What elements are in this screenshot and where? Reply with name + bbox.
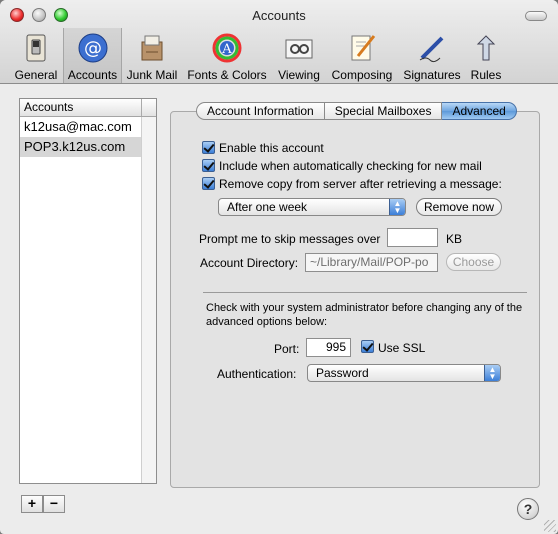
account-item-pop3[interactable]: POP3.k12us.com (20, 137, 141, 157)
toolbar-accounts[interactable]: @ Accounts (63, 28, 122, 83)
accounts-list-header[interactable]: Accounts (20, 99, 156, 117)
tab-advanced[interactable]: Advanced (442, 102, 517, 120)
tab-account-information[interactable]: Account Information (196, 102, 325, 120)
account-directory-field: ~/Library/Mail/POP-po (305, 253, 438, 272)
include-auto-check-label: Include when automatically checking for … (219, 159, 482, 173)
toolbar-general[interactable]: General (10, 28, 62, 83)
svg-text:A: A (221, 42, 232, 57)
prompt-skip-size-field[interactable] (387, 228, 438, 247)
composing-icon (351, 35, 376, 61)
popup-arrows-icon: ▲ ▼ (389, 199, 405, 215)
help-button[interactable]: ? (517, 498, 539, 520)
rules-icon (476, 35, 496, 61)
remove-copy-checkbox[interactable] (202, 177, 215, 190)
accounts-list[interactable]: Accounts k12usa@mac.com POP3.k12us.com (19, 98, 157, 484)
svg-text:@: @ (84, 38, 102, 59)
junk-mail-icon (141, 35, 163, 61)
toolbar-label: Fonts & Colors (187, 68, 267, 82)
remove-account-button[interactable]: − (43, 495, 65, 513)
add-account-button[interactable]: + (21, 495, 43, 513)
use-ssl-checkbox[interactable] (361, 340, 374, 353)
popup-arrows-icon: ▲ ▼ (484, 365, 500, 381)
enable-account-label: Enable this account (219, 141, 324, 155)
port-field[interactable]: 995 (306, 338, 351, 357)
accounts-header-label: Accounts (24, 100, 74, 114)
toolbar-label: Accounts (67, 68, 118, 82)
remove-copy-label: Remove copy from server after retrieving… (219, 177, 502, 191)
title-toolbar-area: Accounts General @ Accounts Junk Mail A … (0, 0, 558, 84)
accounts-scrollbar[interactable] (141, 117, 156, 483)
window-title: Accounts (252, 8, 306, 23)
tab-bar: Account Information Special Mailboxes Ad… (196, 102, 517, 120)
toolbar-label: Rules (470, 68, 502, 82)
account-item-k12usa[interactable]: k12usa@mac.com (20, 117, 141, 137)
use-ssl-label: Use SSL (378, 341, 426, 355)
toolbar-label: Signatures (403, 68, 461, 82)
switch-icon (26, 34, 46, 62)
kb-unit-label: KB (446, 232, 463, 246)
toolbar-viewing[interactable]: Viewing (273, 28, 325, 83)
toolbar-label: General (14, 68, 58, 82)
toolbar-composing[interactable]: Composing (328, 28, 396, 83)
toolbar-label: Junk Mail (126, 68, 178, 82)
toolbar-signatures[interactable]: Signatures (400, 28, 464, 83)
account-directory-label: Account Directory: (200, 256, 299, 270)
choose-directory-button[interactable]: Choose (446, 253, 501, 271)
authentication-value: Password (316, 366, 369, 380)
preferences-window: Accounts General @ Accounts Junk Mail A … (0, 0, 558, 534)
port-label: Port: (274, 342, 300, 356)
authentication-popup[interactable]: Password ▲ ▼ (307, 364, 501, 382)
remove-now-button[interactable]: Remove now (416, 198, 502, 216)
toolbar-label: Composing (331, 68, 393, 82)
toolbar-fonts-colors[interactable]: A Fonts & Colors (184, 28, 270, 83)
toolbar-label: Viewing (278, 68, 320, 82)
options-separator (203, 292, 527, 293)
remove-when-value: After one week (227, 200, 308, 214)
include-auto-check-checkbox[interactable] (202, 159, 215, 172)
signatures-icon (419, 36, 444, 63)
toolbar-toggle-button[interactable] (525, 11, 547, 21)
fonts-colors-icon: A (212, 33, 242, 63)
resize-grip[interactable] (544, 520, 556, 532)
authentication-label: Authentication: (217, 367, 297, 381)
enable-account-checkbox[interactable] (202, 141, 215, 154)
prompt-skip-label: Prompt me to skip messages over (199, 232, 381, 246)
viewing-icon (285, 39, 313, 59)
at-icon: @ (78, 33, 107, 63)
toolbar-junk-mail[interactable]: Junk Mail (123, 28, 181, 83)
toolbar-rules[interactable]: Rules (466, 28, 506, 83)
remove-when-popup[interactable]: After one week ▲ ▼ (218, 198, 406, 216)
tab-special-mailboxes[interactable]: Special Mailboxes (324, 102, 443, 120)
admin-warning-note: Check with your system administrator bef… (206, 302, 523, 328)
